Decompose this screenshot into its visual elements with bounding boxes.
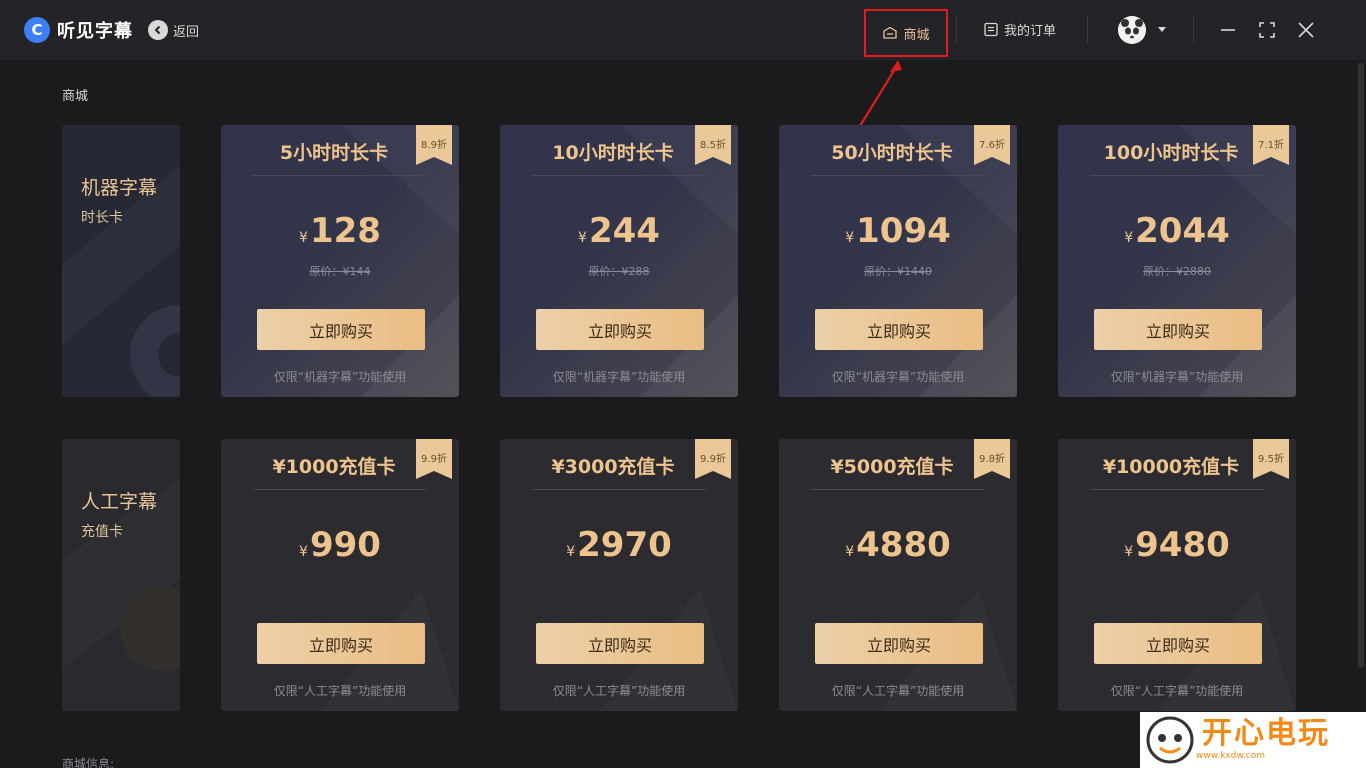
- divider: [532, 489, 706, 490]
- usage-note: 仅限“机器字幕”功能使用: [831, 370, 965, 384]
- store-nav-label: 商城: [903, 27, 930, 43]
- card-decoration: [1058, 439, 1296, 711]
- product-card: 10小时时长卡 8.5折 ¥244 原价：¥288 立即购买 仅限“机器字幕”功…: [500, 125, 738, 397]
- title-bar: C 听见字幕 返回 商城 我的订单: [0, 0, 1366, 60]
- breadcrumb: 商城: [62, 89, 89, 104]
- panda-avatar-icon[interactable]: [1118, 16, 1146, 44]
- minimize-icon[interactable]: [1218, 20, 1238, 40]
- human-caption-side-card: 人工字幕 充值卡: [62, 439, 180, 711]
- divider: [956, 16, 957, 44]
- buy-now-button[interactable]: 立即购买: [536, 623, 704, 664]
- card-decoration: [779, 439, 1017, 711]
- original-price: 原价：¥1440: [864, 265, 932, 278]
- price: ¥128: [299, 211, 381, 251]
- price: ¥2970: [566, 525, 672, 565]
- back-label: 返回: [173, 24, 200, 40]
- price: ¥4880: [845, 525, 951, 565]
- card-decoration: [500, 439, 738, 711]
- product-card: ¥3000充值卡 9.9折 ¥2970 立即购买 仅限“人工字幕”功能使用: [500, 439, 738, 711]
- maximize-icon[interactable]: [1257, 20, 1277, 40]
- card-decoration: [1178, 125, 1296, 397]
- price: ¥2044: [1124, 211, 1230, 251]
- side-title: 机器字幕: [81, 177, 158, 199]
- original-price: 原价：¥2880: [1143, 265, 1211, 278]
- caret-down-icon[interactable]: [1158, 27, 1166, 32]
- divider: [532, 175, 706, 176]
- card-decoration: [899, 125, 1017, 397]
- buy-now-button[interactable]: 立即购买: [1094, 623, 1262, 664]
- site-watermark: 开心电玩 www.kxdw.com: [1140, 712, 1366, 768]
- price: ¥990: [299, 525, 381, 565]
- machine-caption-side-card: 机器字幕 时长卡: [62, 125, 180, 397]
- price: ¥244: [578, 211, 660, 251]
- side-decoration: [62, 439, 180, 711]
- original-price: 原价：¥288: [588, 265, 650, 278]
- product-card: ¥10000充值卡 9.5折 ¥9480 立即购买 仅限“人工字幕”功能使用: [1058, 439, 1296, 711]
- watermark-site: www.kxdw.com: [1196, 751, 1265, 761]
- app-name: 听见字幕: [57, 21, 133, 42]
- card-decoration: [221, 439, 459, 711]
- product-card: ¥1000充值卡 9.9折 ¥990 立即购买 仅限“人工字幕”功能使用: [221, 439, 459, 711]
- mascot-logo-icon: [1146, 716, 1194, 764]
- usage-note: 仅限“人工字幕”功能使用: [1110, 684, 1244, 698]
- divider: [253, 175, 427, 176]
- product-card: 5小时时长卡 8.9折 ¥128 原价：¥144 立即购买 仅限“机器字幕”功能…: [221, 125, 459, 397]
- product-card: 50小时时长卡 7.6折 ¥1094 原价：¥1440 立即购买 仅限“机器字幕…: [779, 125, 1017, 397]
- buy-now-button[interactable]: 立即购买: [815, 623, 983, 664]
- close-icon[interactable]: [1296, 20, 1316, 40]
- chevron-left-icon: [148, 20, 168, 40]
- logo-icon: C: [24, 17, 50, 43]
- divider: [1090, 489, 1264, 490]
- original-price: 原价：¥144: [309, 265, 371, 278]
- product-card: 100小时时长卡 7.1折 ¥2044 原价：¥2880 立即购买 仅限“机器字…: [1058, 125, 1296, 397]
- card-decoration: [620, 125, 738, 397]
- buy-now-button[interactable]: 立即购买: [257, 309, 425, 350]
- side-subtitle: 时长卡: [81, 210, 123, 226]
- price: ¥1094: [845, 211, 951, 251]
- gear-decoration: [62, 125, 180, 397]
- divider: [1090, 175, 1264, 176]
- shop-icon: [883, 26, 898, 39]
- price: ¥9480: [1124, 525, 1230, 565]
- app-logo: C 听见字幕: [24, 17, 133, 43]
- usage-note: 仅限“人工字幕”功能使用: [552, 684, 686, 698]
- my-orders-label: 我的订单: [1004, 24, 1057, 39]
- product-card: ¥5000充值卡 9.8折 ¥4880 立即购买 仅限“人工字幕”功能使用: [779, 439, 1017, 711]
- usage-note: 仅限“机器字幕”功能使用: [552, 370, 686, 384]
- card-decoration: [341, 125, 459, 397]
- buy-now-button[interactable]: 立即购买: [257, 623, 425, 664]
- my-orders-button[interactable]: 我的订单: [984, 20, 1056, 39]
- orders-icon: [984, 22, 998, 37]
- usage-note: 仅限“人工字幕”功能使用: [831, 684, 965, 698]
- usage-note: 仅限“机器字幕”功能使用: [1110, 370, 1244, 384]
- buy-now-button[interactable]: 立即购买: [815, 309, 983, 350]
- annotation-arrow: [859, 60, 902, 127]
- store-nav-button[interactable]: 商城: [864, 9, 948, 57]
- divider: [253, 489, 427, 490]
- buy-now-button[interactable]: 立即购买: [1094, 309, 1262, 350]
- buy-now-button[interactable]: 立即购买: [536, 309, 704, 350]
- divider: [1087, 16, 1088, 44]
- divider: [811, 175, 985, 176]
- side-title: 人工字幕: [81, 491, 158, 513]
- back-button[interactable]: 返回: [148, 20, 199, 40]
- divider: [1193, 16, 1194, 44]
- usage-note: 仅限“人工字幕”功能使用: [273, 684, 407, 698]
- divider: [811, 489, 985, 490]
- usage-note: 仅限“机器字幕”功能使用: [273, 370, 407, 384]
- store-info-label: 商城信息:: [62, 757, 115, 768]
- side-subtitle: 充值卡: [81, 524, 123, 540]
- watermark-text: 开心电玩: [1202, 716, 1330, 751]
- scrollbar[interactable]: [1358, 62, 1364, 668]
